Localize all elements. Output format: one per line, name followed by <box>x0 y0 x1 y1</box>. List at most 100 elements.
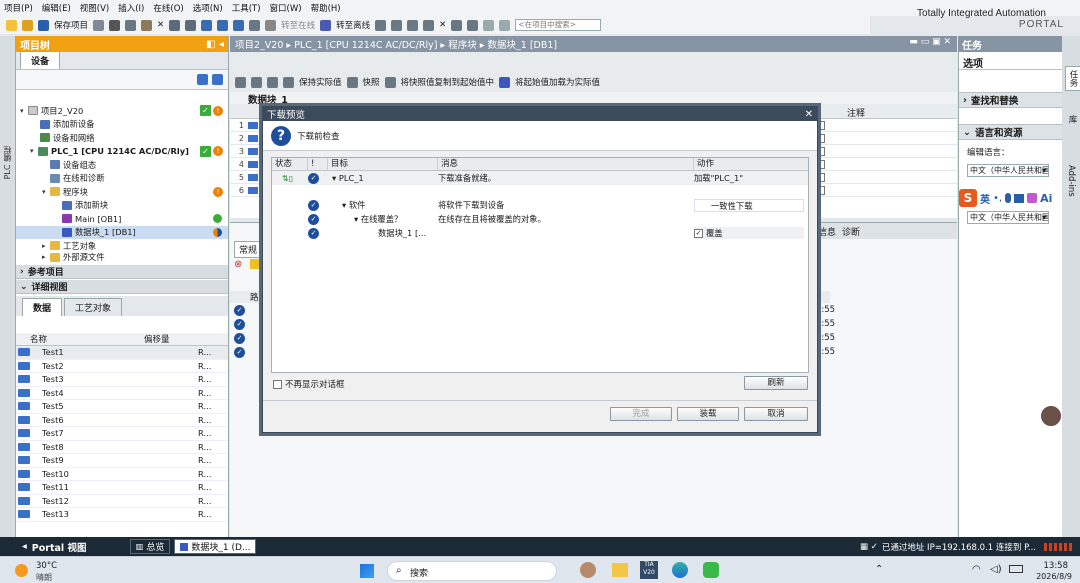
detail-row[interactable]: Test3 R... <box>16 373 228 387</box>
expand-icon[interactable]: ▸ <box>42 242 50 250</box>
download-icon[interactable] <box>217 19 229 31</box>
load-button[interactable]: 装载 <box>677 407 739 421</box>
tree-item-add-block[interactable]: 添加新块 <box>16 199 228 213</box>
undo-icon[interactable] <box>169 19 181 31</box>
open-project-icon[interactable] <box>22 19 33 31</box>
upload-icon[interactable] <box>233 19 245 31</box>
detail-row[interactable]: Test12 R... <box>16 495 228 508</box>
error-filter-icon[interactable]: ⊗ <box>234 259 242 270</box>
tree-item-devices-networks[interactable]: 设备和网络 <box>16 131 228 145</box>
message-row[interactable]: ✓ <box>234 317 245 331</box>
side-tab-addins[interactable]: Add-ins <box>1065 162 1077 202</box>
message-row[interactable]: ✓ <box>234 303 245 317</box>
accessible-devices-icon[interactable] <box>375 19 387 31</box>
close-all-icon[interactable]: ✕ <box>439 20 446 30</box>
tab-data[interactable]: 数据 <box>22 298 63 316</box>
maximize-icon[interactable] <box>451 19 463 31</box>
db1-tab[interactable]: 数据块_1 (D... <box>174 539 257 554</box>
grid-row-db1[interactable]: ✓ 数据块_1 [... ✓ 覆盖 <box>272 226 808 240</box>
tree-item-online-diagnostics[interactable]: 在线和诊断 <box>16 172 228 186</box>
new-project-icon[interactable] <box>6 19 17 31</box>
keyboard-icon[interactable] <box>1014 193 1025 203</box>
file-explorer-icon[interactable] <box>612 563 628 577</box>
detail-view-header[interactable]: ⌄ 详细视图 <box>16 280 228 294</box>
detail-row[interactable]: Test4 R... <box>16 387 228 400</box>
view-icon[interactable] <box>197 74 208 85</box>
find-replace-section[interactable]: › 查找和替换 <box>959 92 1062 108</box>
column-message[interactable]: 消息 <box>438 158 694 170</box>
column-alert[interactable]: ! <box>308 158 328 170</box>
overwrite-checkbox[interactable]: ✓ <box>694 229 703 238</box>
weather-temp[interactable]: 30°C <box>36 561 57 571</box>
tree-item-device-config[interactable]: 设备组态 <box>16 158 228 172</box>
tab-diagnostics[interactable]: 诊断 <box>842 225 860 238</box>
tree-item-add-device[interactable]: 添加新设备 <box>16 118 228 132</box>
menu-insert[interactable]: 插入(I) <box>118 2 144 14</box>
copy-icon[interactable] <box>125 19 137 31</box>
languages-section[interactable]: ⌄ 语言和资源 <box>959 124 1062 140</box>
expand-all-icon[interactable] <box>251 76 262 88</box>
column-offset[interactable]: 偏移量 <box>144 333 170 345</box>
column-target[interactable]: 目标 <box>328 158 438 170</box>
expand-icon[interactable]: ▾ <box>42 188 50 196</box>
message-row[interactable]: ✓ <box>234 331 245 345</box>
compile-icon[interactable] <box>201 19 213 31</box>
column-name[interactable]: 名称 <box>16 333 144 345</box>
expand-icon[interactable]: ▾ <box>30 147 38 155</box>
tia-portal-icon[interactable]: TIA V20 <box>640 561 658 579</box>
go-offline-button[interactable]: 转至离线 <box>336 19 370 31</box>
cancel-button[interactable]: 取消 <box>744 407 808 421</box>
reference-language-select[interactable]: 中文（中华人民共和国） <box>967 211 1049 224</box>
side-tab-tasks[interactable]: 任务 <box>1065 66 1080 91</box>
sogou-icon[interactable]: S <box>959 189 977 207</box>
column-status[interactable]: 状态 <box>272 158 308 170</box>
tree-item-program-blocks[interactable]: ▾ 程序块 ! <box>16 185 228 199</box>
connection-status[interactable]: 已通过地址 IP=192.168.0.1 连接到 P... <box>882 541 1036 553</box>
tab-devices[interactable]: 设备 <box>20 51 61 69</box>
close-icon[interactable]: ✕ <box>805 109 817 120</box>
ime-english-toggle[interactable]: 英 <box>980 191 990 206</box>
detail-row[interactable]: Test10 R... <box>16 468 228 481</box>
tree-item-db1[interactable]: 数据块_1 [DB1] <box>16 225 228 239</box>
dont-show-option[interactable]: 不再显示对话框 <box>273 378 345 390</box>
taskbar-search[interactable]: ⌕ 搜索 <box>387 561 557 581</box>
detail-row[interactable]: Test2 R... <box>16 360 228 373</box>
split-editor-h-icon[interactable] <box>423 19 435 31</box>
monitor-icon[interactable] <box>235 76 246 88</box>
load-start-as-actual-button[interactable]: 将起始值加载为实际值 <box>515 76 600 88</box>
overview-icon[interactable] <box>212 74 223 85</box>
expand-icon[interactable]: ▾ <box>342 200 349 210</box>
skin-icon[interactable] <box>1027 193 1038 203</box>
edge-icon[interactable] <box>672 562 688 578</box>
user-app-icon[interactable] <box>580 562 596 578</box>
menu-window[interactable]: 窗口(W) <box>270 2 302 14</box>
assistant-avatar[interactable] <box>1039 404 1063 428</box>
collapse-all-icon[interactable] <box>267 76 278 88</box>
paste-icon[interactable] <box>141 19 153 31</box>
menu-edit[interactable]: 编辑(E) <box>42 2 71 14</box>
cut-icon[interactable] <box>109 19 121 31</box>
battery-icon[interactable] <box>1009 565 1023 573</box>
dont-show-checkbox[interactable] <box>273 380 282 389</box>
plc-programming-strip[interactable]: PLC 编程 <box>0 36 16 537</box>
tree-item-external-sources[interactable]: ▸ 外部源文件 <box>16 252 228 262</box>
tree-item-technology-objects[interactable]: ▸ 工艺对象 <box>16 239 228 253</box>
menu-view[interactable]: 视图(V) <box>80 2 109 14</box>
punctuation-icon[interactable]: •, <box>993 193 1002 204</box>
side-tab-libraries[interactable]: 库 <box>1065 112 1079 127</box>
grid-row-plc[interactable]: ⇅▯ ✓ ▾ PLC_1 下载准备就绪。 加载"PLC_1" <box>272 171 808 185</box>
copy-snapshot-to-start-button[interactable]: 将快照值复制到起始值中 <box>401 76 495 88</box>
detail-row[interactable]: Test9 R... <box>16 454 228 468</box>
expand-icon[interactable]: ▾ <box>354 214 361 224</box>
detail-row[interactable]: Test11 R... <box>16 481 228 495</box>
save-project-button[interactable]: 保存项目 <box>54 19 88 31</box>
detail-row[interactable]: Test7 R... <box>16 427 228 441</box>
finish-button[interactable]: 完成 <box>610 407 672 421</box>
layout-icon[interactable] <box>499 19 511 31</box>
tree-item-main-ob1[interactable]: Main [OB1] <box>16 212 228 226</box>
overview-tab[interactable]: ▥ 总览 <box>129 539 171 554</box>
tab-info[interactable]: 信息 <box>818 225 836 238</box>
warning-filter-icon[interactable] <box>250 259 260 269</box>
grid-row-online-overwrite[interactable]: ✓ ▾ 在线覆盖？ 在线存在且将被覆盖的对象。 <box>272 212 808 226</box>
column-comment[interactable]: 注释 <box>847 106 865 119</box>
